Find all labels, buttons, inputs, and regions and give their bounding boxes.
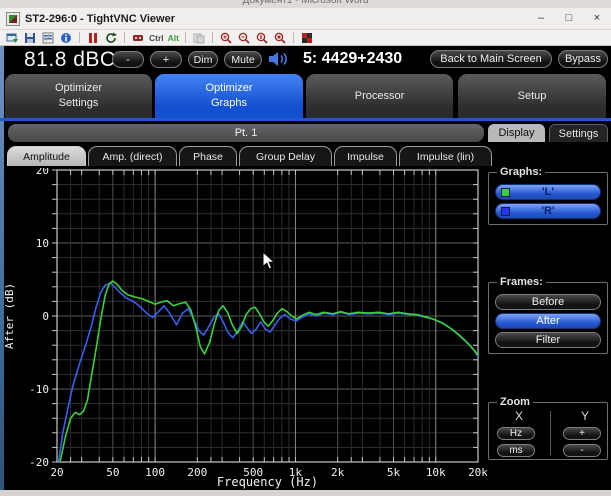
vnc-toolbar: Ctrl Alt [0, 30, 611, 46]
svg-text:20: 20 [50, 466, 63, 479]
maximize-button[interactable]: □ [555, 8, 583, 29]
zoom-ms-button[interactable]: ms [497, 444, 535, 457]
connection-info-icon[interactable] [59, 31, 73, 44]
svg-text:20k: 20k [468, 466, 487, 479]
remote-screen: 81.8 dBC - + Dim Mute 5: 4429+2430 Back … [0, 46, 611, 490]
svg-text:10: 10 [36, 237, 49, 250]
tab-settings-panel[interactable]: Settings [549, 124, 608, 142]
channel-r-button[interactable]: 'R' [495, 203, 601, 219]
ctrl-toggle[interactable]: Ctrl [149, 33, 164, 43]
frame-filter-button[interactable]: Filter [495, 332, 601, 348]
svg-text:2k: 2k [331, 466, 345, 479]
zoom-y-label: Y [581, 409, 589, 423]
speaker-icon[interactable] [268, 51, 292, 72]
svg-text:50: 50 [106, 466, 119, 479]
zoom-fit-icon[interactable] [273, 31, 287, 44]
graphs-legend: Graphs: [497, 166, 545, 178]
frame-after-button[interactable]: After [495, 313, 601, 329]
channel-r-label: 'R' [541, 205, 554, 217]
mute-button[interactable]: Mute [224, 51, 262, 68]
alt-toggle[interactable]: Alt [168, 33, 179, 43]
ctrl-alt-del-icon[interactable] [131, 31, 145, 44]
tab-optimizer-settings[interactable]: Optimizer Settings [5, 74, 152, 118]
curve-r [59, 283, 479, 462]
toolbar-separator [293, 32, 294, 43]
toolbar-separator [124, 32, 125, 43]
file-transfer-icon [192, 31, 206, 44]
zoom-y-plus-button[interactable]: + [563, 427, 601, 440]
svg-text:20: 20 [36, 168, 49, 177]
zoom-legend: Zoom [497, 396, 533, 408]
channel-r-color-swatch [501, 207, 510, 216]
y-axis-label: After (dB) [3, 283, 16, 349]
volume-level: 81.8 dBC [24, 48, 116, 72]
tab-amplitude[interactable]: Amplitude [7, 146, 86, 166]
response-graph: 20100-10-2020501002005001k2k5k10k20kFreq… [0, 168, 487, 490]
toolbar-separator [212, 32, 213, 43]
tab-processor[interactable]: Processor [306, 74, 453, 118]
x-axis-label: Frequency (Hz) [217, 475, 318, 489]
zoom-y-minus-button[interactable]: - [563, 444, 601, 457]
save-session-icon[interactable] [23, 31, 37, 44]
channel-l-button[interactable]: 'L' [495, 184, 601, 200]
minimize-button[interactable]: – [527, 8, 555, 29]
tab-group-delay[interactable]: Group Delay [239, 146, 332, 166]
zoom-x-label: X [515, 409, 523, 423]
bypass-button[interactable]: Bypass [558, 50, 608, 68]
zoom-in-icon[interactable] [219, 31, 233, 44]
pause-icon[interactable] [86, 31, 100, 44]
window-title: ST2-296:0 - TightVNC Viewer [25, 13, 175, 25]
svg-text:-10: -10 [29, 383, 49, 396]
dim-button[interactable]: Dim [188, 51, 218, 68]
channel-l-color-swatch [501, 188, 510, 197]
svg-text:10k: 10k [426, 466, 446, 479]
tab-phase[interactable]: Phase [179, 146, 237, 166]
preset-readout: 5: 4429+2430 [303, 50, 402, 68]
svg-text:0: 0 [42, 310, 49, 323]
volume-down-button[interactable]: - [112, 51, 144, 68]
svg-text:200: 200 [187, 466, 207, 479]
refresh-icon[interactable] [104, 31, 118, 44]
back-to-main-screen-button[interactable]: Back to Main Screen [430, 50, 552, 68]
volume-up-button[interactable]: + [150, 51, 182, 68]
fullscreen-icon[interactable] [300, 31, 314, 44]
tightvnc-app-icon [6, 12, 20, 26]
tab-impulse-lin[interactable]: Impulse (lin) [399, 146, 492, 166]
zoom-group: Zoom X Y Hz ms + - [488, 396, 608, 460]
mouse-cursor [262, 251, 276, 276]
vnc-titlebar: ST2-296:0 - TightVNC Viewer – □ × [0, 8, 611, 30]
toolbar-separator [185, 32, 186, 43]
background-window-bottom-edge [0, 490, 611, 496]
channel-l-label: 'L' [542, 186, 554, 198]
svg-text:-20: -20 [29, 456, 49, 469]
tab-display[interactable]: Display [488, 124, 545, 142]
zoom-hz-button[interactable]: Hz [497, 427, 535, 440]
tab-setup[interactable]: Setup [458, 74, 606, 118]
tab-amp-direct[interactable]: Amp. (direct) [88, 146, 177, 166]
svg-text:100: 100 [145, 466, 165, 479]
status-bar: 81.8 dBC - + Dim Mute 5: 4429+2430 Back … [0, 46, 611, 72]
tab-optimizer-graphs[interactable]: Optimizer Graphs [155, 74, 303, 118]
frame-before-button[interactable]: Before [495, 294, 601, 310]
frames-legend: Frames: [497, 276, 546, 288]
tab-impulse[interactable]: Impulse [334, 146, 397, 166]
zoom-100-icon[interactable] [255, 31, 269, 44]
background-window-title: Документ1 - Microsoft Word [0, 0, 611, 8]
toolbar-separator [79, 32, 80, 43]
zoom-out-icon[interactable] [237, 31, 251, 44]
curve-l [60, 281, 478, 462]
svg-text:5k: 5k [387, 466, 401, 479]
zoom-divider [550, 411, 551, 455]
point-selector[interactable]: Pt. 1 [8, 124, 484, 142]
frames-group: Frames: Before After Filter [488, 276, 608, 354]
close-button[interactable]: × [583, 8, 611, 29]
new-connection-icon[interactable] [5, 31, 19, 44]
tab-underline [0, 118, 611, 121]
connection-options-icon[interactable] [41, 31, 55, 44]
graphs-group: Graphs: 'L' 'R' [488, 166, 608, 225]
response-graph-canvas: 20100-10-2020501002005001k2k5k10k20kFreq… [0, 168, 487, 490]
screenshot-root: { "background": { "window_title": "Докум… [0, 0, 611, 496]
